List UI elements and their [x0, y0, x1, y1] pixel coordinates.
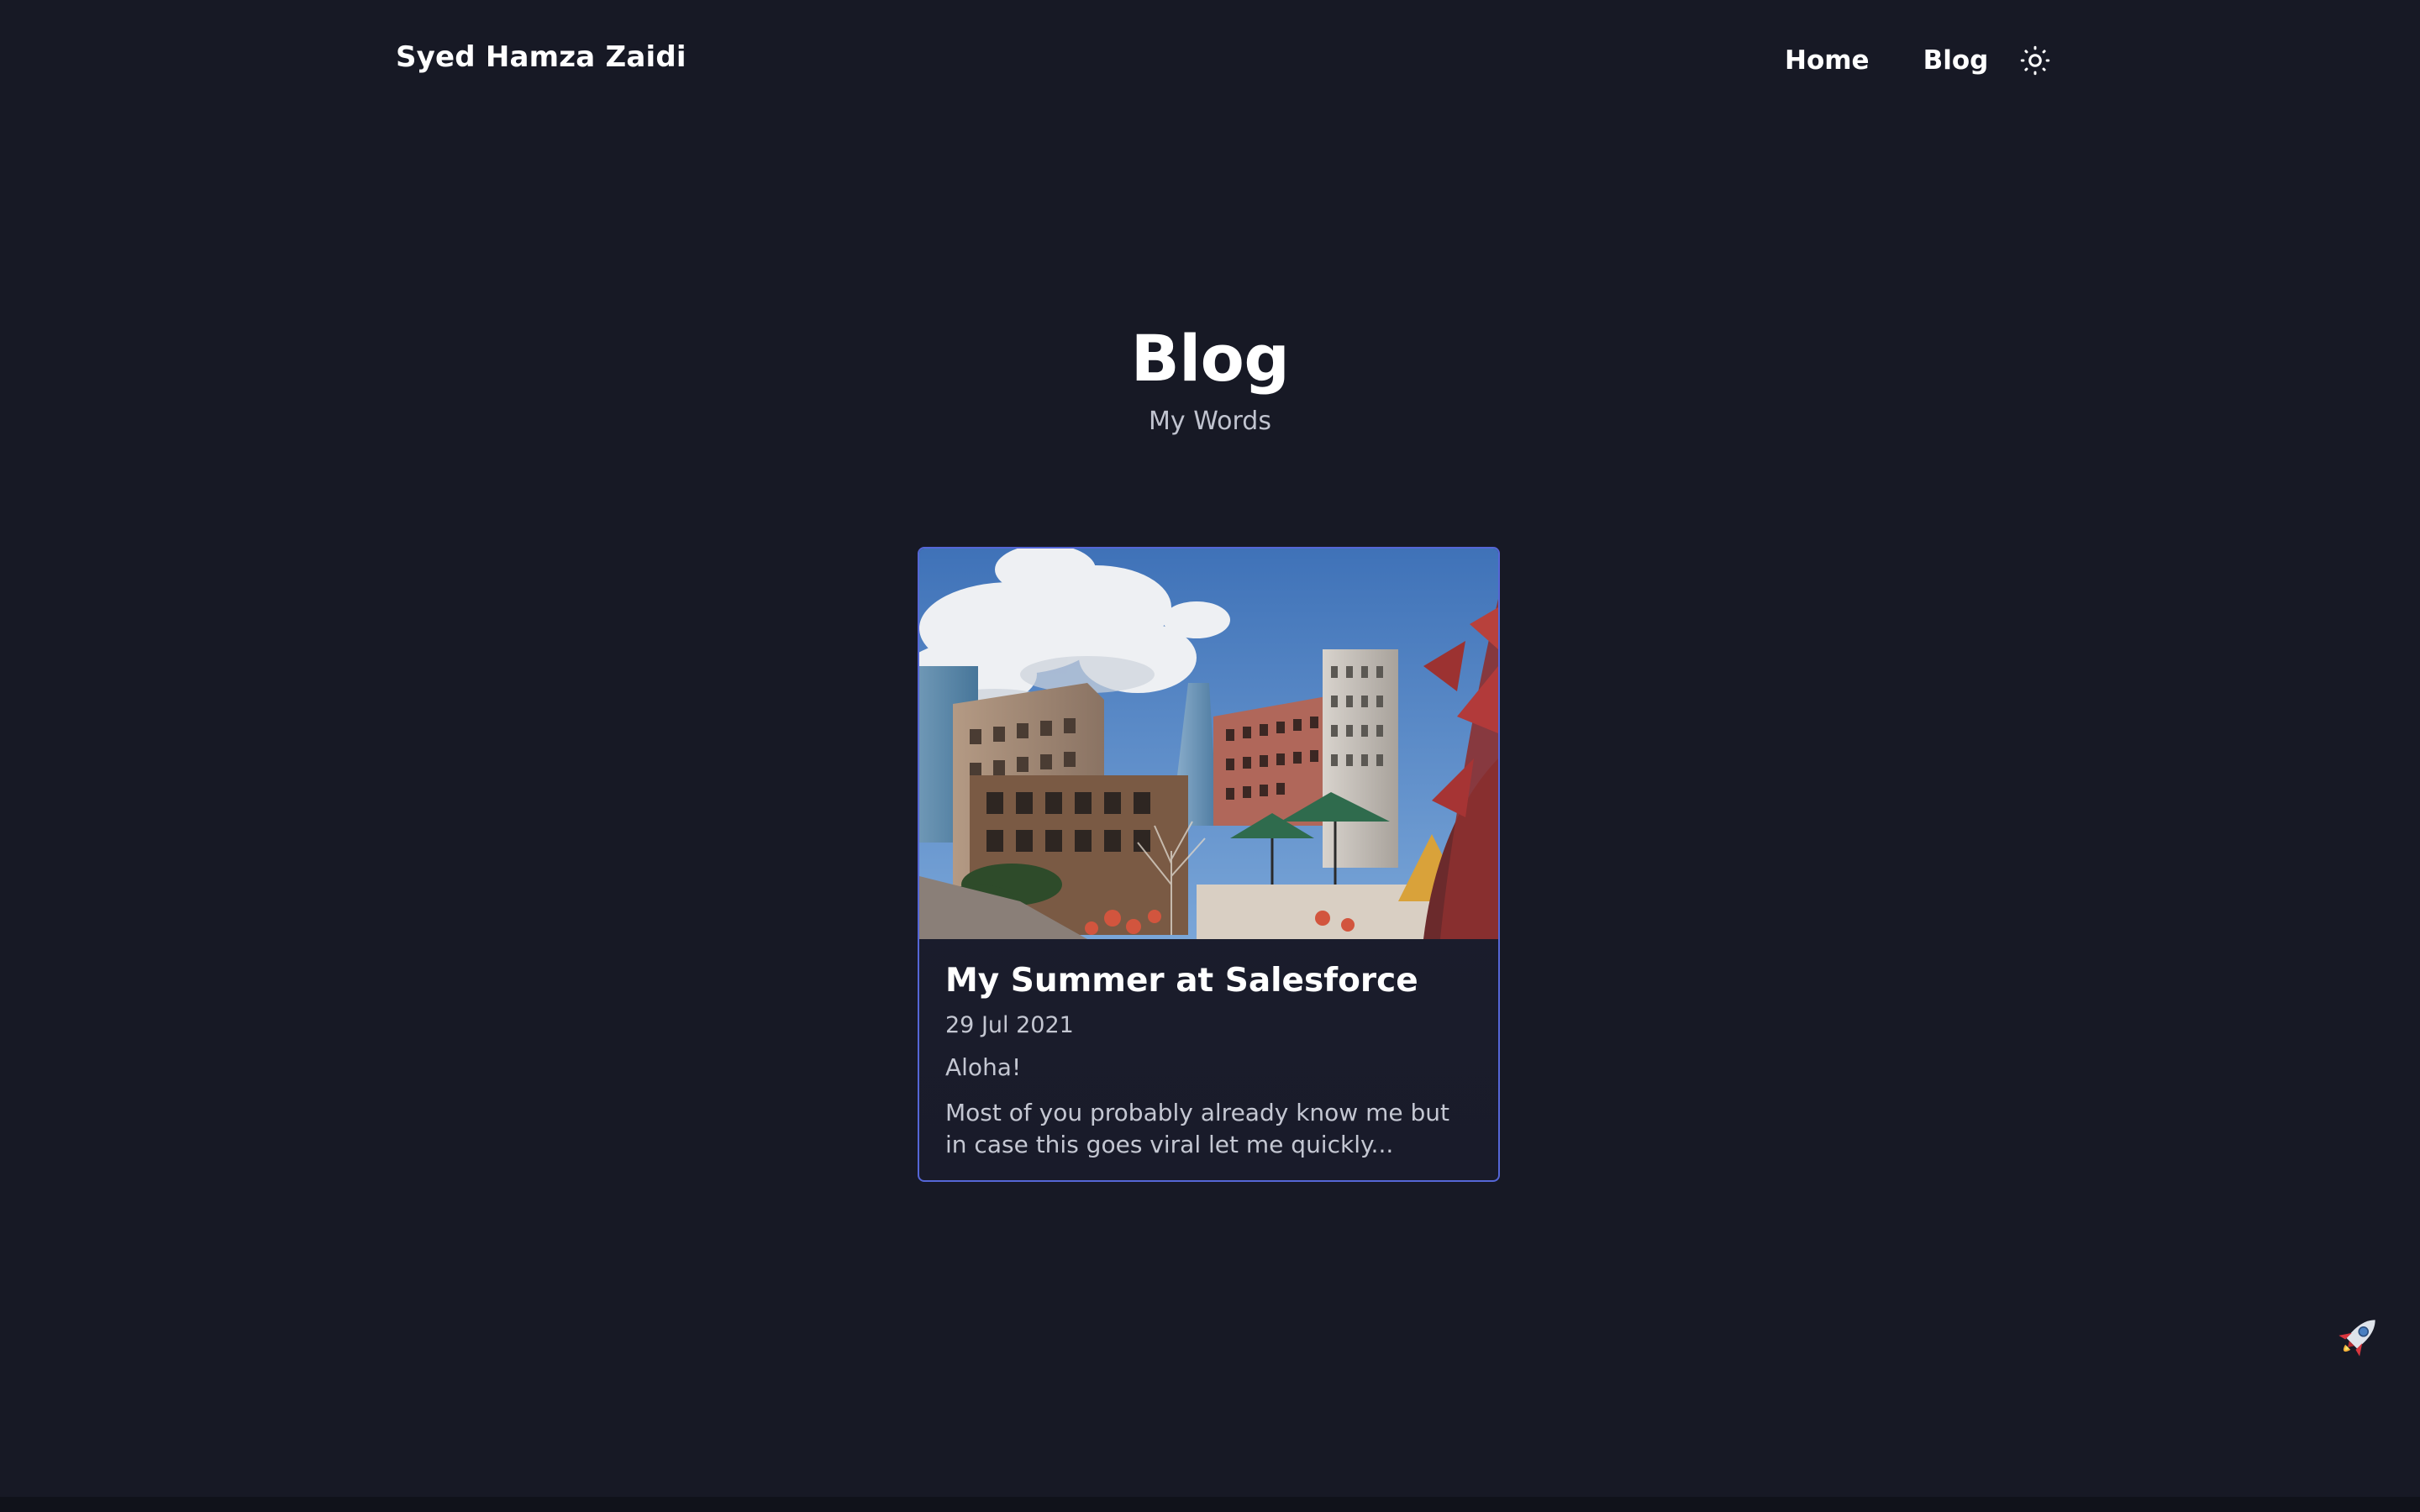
- sun-icon: [2021, 45, 2050, 76]
- footer-bar: [0, 1497, 2420, 1512]
- site-header: Syed Hamza Zaidi Home Blog: [0, 0, 2420, 121]
- rocket-icon[interactable]: [2328, 1309, 2386, 1368]
- nav-home-link[interactable]: Home: [1785, 40, 1870, 81]
- nav-blog-link[interactable]: Blog: [1923, 40, 1989, 81]
- page-subtitle: My Words: [1149, 407, 1271, 436]
- card-body: My Summer at Salesforce 29 Jul 2021 Aloh…: [919, 939, 1498, 1161]
- main-nav: Home Blog: [1785, 40, 2052, 81]
- theme-toggle-button[interactable]: [2018, 40, 2052, 81]
- brand-link[interactable]: Syed Hamza Zaidi: [396, 40, 687, 74]
- rocket-graphic: [2338, 1320, 2375, 1357]
- city-skyline-photo: [919, 549, 1498, 939]
- post-title[interactable]: My Summer at Salesforce: [945, 959, 1473, 1003]
- blog-post-card[interactable]: My Summer at Salesforce 29 Jul 2021 Aloh…: [918, 547, 1500, 1182]
- post-excerpt: Most of you probably already know me but…: [945, 1099, 1450, 1158]
- post-date: 29 Jul 2021: [945, 1012, 1074, 1038]
- hero-section: Blog My Words: [0, 312, 2420, 438]
- page-title: Blog: [1130, 321, 1290, 396]
- post-greeting: Aloha!: [945, 1053, 1022, 1081]
